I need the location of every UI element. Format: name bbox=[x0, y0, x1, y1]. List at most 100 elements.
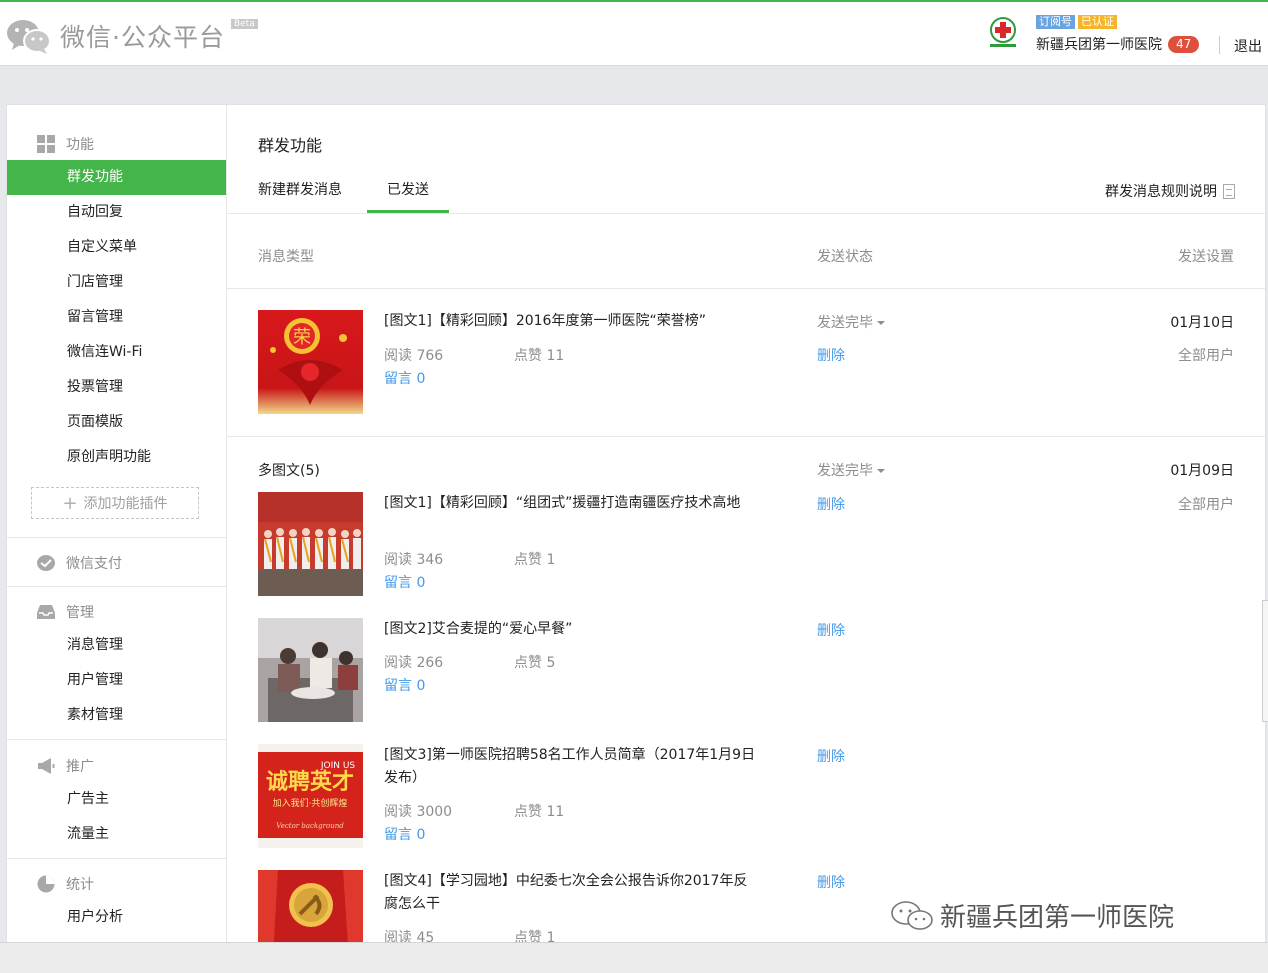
read-value: 3000 bbox=[416, 804, 453, 820]
sidebar-item-materials[interactable]: 素材管理 bbox=[7, 698, 226, 733]
comment-value: 0 bbox=[416, 678, 426, 694]
rules-link-label: 群发消息规则说明 bbox=[1105, 184, 1217, 200]
pie-chart-icon bbox=[37, 875, 55, 893]
nav-divider bbox=[7, 586, 226, 587]
nav-group-label: 微信支付 bbox=[66, 556, 122, 572]
recruitment-poster-image: 诚聘英才 JOIN US 加入我们·共创辉煌 Vector background bbox=[258, 744, 363, 848]
article-title[interactable]: [图文1]【精彩回顾】“组团式”援疆打造南疆医疗技术高地 bbox=[384, 492, 759, 515]
delete-link[interactable]: 删除 bbox=[817, 494, 845, 514]
group-photo-image bbox=[258, 492, 363, 596]
honor-roll-image: 荣 bbox=[258, 310, 363, 414]
read-count: 阅读 346 bbox=[384, 549, 443, 569]
wechat-logo[interactable]: 微信·公众平台 Beta bbox=[6, 16, 258, 56]
send-status-dropdown[interactable]: 发送完毕 bbox=[817, 460, 885, 480]
recruit-sub: 加入我们·共创辉煌 bbox=[273, 797, 348, 809]
comment-label: 留言 bbox=[384, 678, 412, 694]
nav-group-promote: 推广 bbox=[37, 756, 94, 776]
sidebar-item-original-claim[interactable]: 原创声明功能 bbox=[7, 440, 226, 475]
comment-label: 留言 bbox=[384, 371, 412, 387]
nav-group-label: 推广 bbox=[66, 759, 94, 775]
article-thumbnail[interactable]: 荣 bbox=[258, 310, 363, 414]
like-label: 点赞 bbox=[514, 552, 542, 568]
read-value: 266 bbox=[416, 655, 444, 671]
comment-link[interactable]: 留言 0 bbox=[384, 824, 425, 844]
delete-link[interactable]: 删除 bbox=[817, 872, 845, 892]
send-status-dropdown[interactable]: 发送完毕 bbox=[817, 312, 885, 332]
sidebar-item-comments[interactable]: 留言管理 bbox=[7, 300, 226, 335]
status-label: 发送完毕 bbox=[817, 463, 873, 479]
wechat-bubbles-icon bbox=[7, 20, 51, 54]
row-divider bbox=[227, 288, 1265, 289]
article-title[interactable]: [图文3]第一师医院招聘58名工作人员简章（2017年1月9日发布） bbox=[384, 744, 759, 790]
subscription-badge: 订阅号 bbox=[1036, 15, 1075, 29]
tab-new-mass-message[interactable]: 新建群发消息 bbox=[258, 175, 342, 213]
logout-link[interactable]: 退出 bbox=[1234, 36, 1262, 56]
scrollbar[interactable] bbox=[1262, 600, 1268, 722]
join-us-text: JOIN US bbox=[320, 761, 356, 771]
document-icon bbox=[1223, 183, 1235, 199]
nav-group-pay[interactable]: 微信支付 bbox=[37, 553, 122, 573]
article-thumbnail[interactable] bbox=[258, 492, 363, 596]
sidebar-item-vote[interactable]: 投票管理 bbox=[7, 370, 226, 405]
comment-link[interactable]: 留言 0 bbox=[384, 368, 425, 388]
tab-bar: 新建群发消息 已发送 群发消息规则说明 bbox=[227, 175, 1265, 214]
article-thumbnail[interactable] bbox=[258, 618, 363, 722]
sidebar-item-publisher[interactable]: 流量主 bbox=[7, 817, 226, 852]
sidebar-item-store[interactable]: 门店管理 bbox=[7, 265, 226, 300]
breakfast-photo-image bbox=[258, 618, 363, 722]
article-title[interactable]: [图文1]【精彩回顾】2016年度第一师医院“荣誉榜” bbox=[384, 310, 759, 333]
add-plugin-button[interactable]: + 添加功能插件 bbox=[31, 487, 199, 519]
column-header-settings: 发送设置 bbox=[1178, 249, 1234, 265]
comment-value: 0 bbox=[416, 371, 426, 387]
column-header-type: 消息类型 bbox=[258, 249, 314, 265]
article-thumbnail[interactable] bbox=[258, 870, 363, 943]
multi-article-label: 多图文(5) bbox=[258, 463, 320, 479]
tab-sent[interactable]: 已发送 bbox=[367, 175, 449, 213]
article-title[interactable]: [图文2]艾合麦提的“爱心早餐” bbox=[384, 618, 759, 641]
article-title[interactable]: [图文4]【学习园地】中纪委七次全会公报告诉你2017年反腐怎么干 bbox=[384, 870, 759, 916]
verified-badge: 已认证 bbox=[1078, 15, 1117, 29]
comment-link[interactable]: 留言 0 bbox=[384, 572, 425, 592]
sidebar-item-custom-menu[interactable]: 自定义菜单 bbox=[7, 230, 226, 265]
rong-character: 荣 bbox=[293, 327, 311, 348]
sidebar-item-page-template[interactable]: 页面模版 bbox=[7, 405, 226, 440]
recruit-title: 诚聘英才 bbox=[266, 769, 354, 795]
nav-divider bbox=[7, 739, 226, 740]
account-menu[interactable]: 新疆兵团第一师医院 47 bbox=[1036, 34, 1200, 54]
nav-group-function: 功能 bbox=[37, 134, 94, 154]
sidebar-item-advertiser[interactable]: 广告主 bbox=[7, 782, 226, 817]
comment-label: 留言 bbox=[384, 827, 412, 843]
read-value: 766 bbox=[416, 348, 444, 364]
sidebar-item-users[interactable]: 用户管理 bbox=[7, 663, 226, 698]
inbox-icon bbox=[37, 605, 55, 619]
recruit-script: Vector background bbox=[276, 822, 344, 830]
party-emblem-image bbox=[258, 870, 363, 943]
account-name: 新疆兵团第一师医院 bbox=[1036, 37, 1162, 53]
sidebar: 功能 群发功能 自动回复 自定义菜单 门店管理 留言管理 微信连Wi-Fi 投票… bbox=[7, 105, 227, 943]
read-label: 阅读 bbox=[384, 655, 412, 671]
sidebar-item-user-analysis[interactable]: 用户分析 bbox=[7, 900, 226, 935]
content-area: 群发功能 新建群发消息 已发送 群发消息规则说明 消息类型 发送状态 发送设置 … bbox=[227, 105, 1265, 943]
send-audience: 全部用户 bbox=[1178, 497, 1234, 513]
sidebar-item-auto-reply[interactable]: 自动回复 bbox=[7, 195, 226, 230]
sidebar-item-wifi[interactable]: 微信连Wi-Fi bbox=[7, 335, 226, 370]
send-date: 01月09日 bbox=[1170, 463, 1234, 479]
rules-link[interactable]: 群发消息规则说明 bbox=[1105, 181, 1235, 201]
account-badges: 订阅号 已认证 bbox=[1036, 15, 1117, 29]
hospital-logo-icon bbox=[990, 17, 1016, 47]
delete-link[interactable]: 删除 bbox=[817, 746, 845, 766]
comment-link[interactable]: 留言 0 bbox=[384, 675, 425, 695]
delete-link[interactable]: 删除 bbox=[817, 345, 845, 365]
delete-link[interactable]: 删除 bbox=[817, 620, 845, 640]
plus-icon: + bbox=[62, 492, 78, 514]
sidebar-item-messages[interactable]: 消息管理 bbox=[7, 628, 226, 663]
article-thumbnail[interactable]: 诚聘英才 JOIN US 加入我们·共创辉煌 Vector background bbox=[258, 744, 363, 848]
notification-count-badge[interactable]: 47 bbox=[1168, 36, 1200, 53]
nav-group-label: 统计 bbox=[66, 877, 94, 893]
comment-label: 留言 bbox=[384, 575, 412, 591]
like-label: 点赞 bbox=[514, 348, 542, 364]
sidebar-item-mass-send[interactable]: 群发功能 bbox=[7, 160, 226, 195]
main-panel: 功能 群发功能 自动回复 自定义菜单 门店管理 留言管理 微信连Wi-Fi 投票… bbox=[6, 104, 1266, 944]
comment-value: 0 bbox=[416, 827, 426, 843]
like-value: 1 bbox=[546, 552, 556, 568]
